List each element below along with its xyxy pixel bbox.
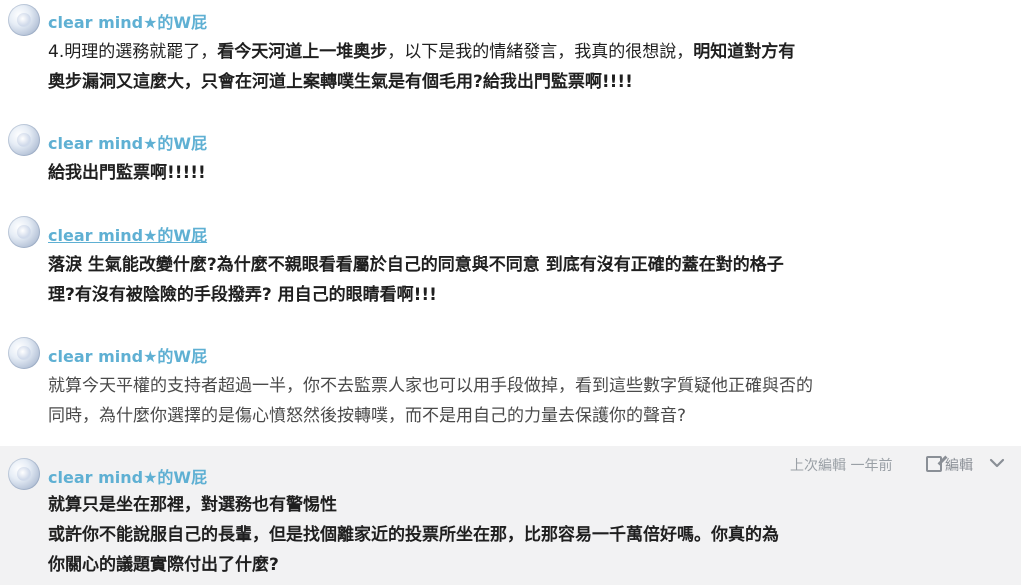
author-link[interactable]: clear mind★的W屁 xyxy=(48,130,207,154)
author-link[interactable]: clear mind★的W屁 xyxy=(48,343,207,367)
author-link[interactable]: clear mind★的W屁 xyxy=(48,464,207,488)
message-text: 4.明理的選務就罷了， xyxy=(48,42,218,62)
post-1: clear mind★的W屁 4.明理的選務就罷了，看今天河道上一堆奧步，以下是… xyxy=(0,0,1021,110)
avatar[interactable] xyxy=(8,4,40,36)
post-4: clear mind★的W屁 就算今天平權的支持者超過一半，你不去監票人家也可以… xyxy=(0,331,1021,441)
message-line: 給我出門監票啊!!!!! xyxy=(48,163,206,183)
author-link[interactable]: clear mind★的W屁 xyxy=(48,9,207,33)
post-2: clear mind★的W屁 給我出門監票啊!!!!! xyxy=(0,118,1021,198)
message-line: 就算只是坐在那裡，對選務也有警惕性 xyxy=(48,495,337,515)
avatar[interactable] xyxy=(8,124,40,156)
avatar[interactable] xyxy=(8,458,40,490)
message-line: 4.明理的選務就罷了，看今天河道上一堆奧步，以下是我的情緒發言，我真的很想說，明… xyxy=(48,37,795,67)
avatar[interactable] xyxy=(8,216,40,248)
edited-timestamp: 上次編輯 一年前 xyxy=(790,458,893,474)
message-line: 同時，為什麼你選擇的是傷心憤怒然後按轉噗，而不是用自己的力量去保護你的聲音? xyxy=(48,406,687,426)
author-link[interactable]: clear mind★的W屁 xyxy=(48,222,207,246)
message-line: 你關心的議題實際付出了什麼? xyxy=(48,555,279,575)
message-line: 奧步漏洞又這麼大，只會在河道上案轉噗生氣是有個毛用?給我出門監票啊!!!! xyxy=(48,72,633,92)
edit-button[interactable]: 編輯 xyxy=(926,455,973,475)
message-line: 或許你不能說服自己的長輩，但是找個離家近的投票所坐在那，比那容易一千萬倍好嗎。你… xyxy=(48,525,779,545)
edit-label: 編輯 xyxy=(945,458,973,474)
post-3: clear mind★的W屁 落淚 生氣能改變什麼?為什麼不親眼看看屬於自己的同… xyxy=(0,210,1021,320)
message-line: 理?有沒有被陰險的手段撥弄? 用自己的眼睛看啊!!! xyxy=(48,285,437,305)
message-line: 就算今天平權的支持者超過一半，你不去監票人家也可以用手段做掉，看到這些數字質疑他… xyxy=(48,376,813,396)
avatar[interactable] xyxy=(8,337,40,369)
message-text-bold: 明知道對方有 xyxy=(693,42,796,62)
message-line: 落淚 生氣能改變什麼?為什麼不親眼看看屬於自己的同意與不同意 到底有沒有正確的蓋… xyxy=(48,255,784,275)
post-5: clear mind★的W屁 上次編輯 一年前 編輯 就算只是坐在那裡，對選務也… xyxy=(0,446,1021,585)
message-text-bold: 看今天河道上一堆奧步 xyxy=(217,42,388,62)
message-text: ，以下是我的情緒發言，我真的很想說， xyxy=(387,42,694,62)
edit-icon xyxy=(926,456,942,472)
chevron-down-icon[interactable] xyxy=(988,454,1006,472)
